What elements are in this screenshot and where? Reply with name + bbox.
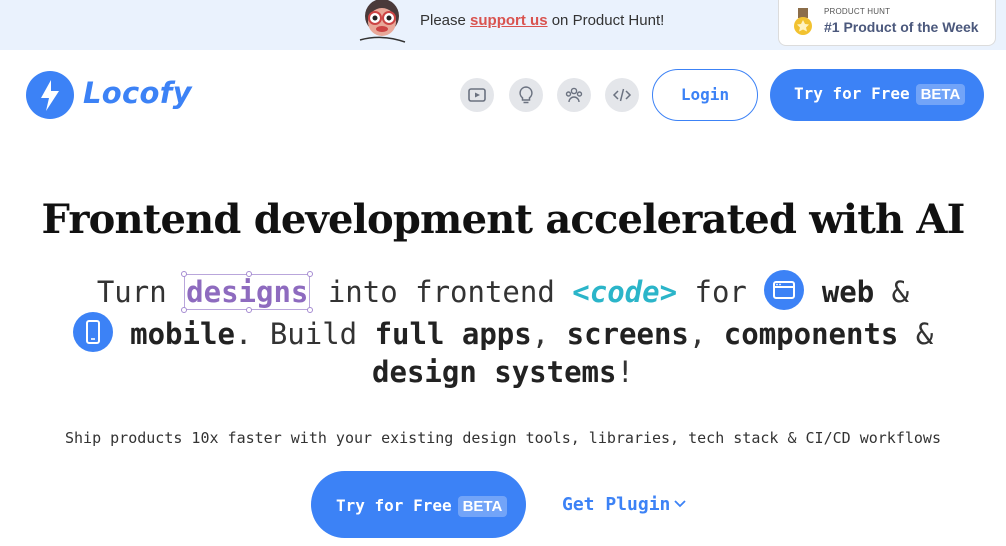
- badge-caption: PRODUCT HUNT: [824, 7, 891, 16]
- support-us-link[interactable]: support us: [470, 12, 548, 29]
- badge-title: #1 Product of the Week: [824, 19, 979, 35]
- chevron-down-icon: [674, 500, 687, 508]
- web-text: web: [821, 275, 875, 309]
- mobile-text: mobile: [130, 317, 235, 351]
- try-for-free-button[interactable]: Try for Free BETA: [770, 69, 984, 121]
- hero-title: Frontend development accelerated with AI: [41, 196, 965, 243]
- login-button[interactable]: Login: [652, 69, 758, 121]
- cta-label: Try for Free: [336, 496, 452, 515]
- announcement-bar: Please support us on Product Hunt! PRODU…: [0, 0, 1006, 50]
- medal-icon: [794, 8, 812, 35]
- try-button-label: Try for Free: [794, 84, 910, 103]
- brand-name[interactable]: Locofy: [83, 76, 192, 110]
- code-highlight: <code>: [572, 275, 678, 309]
- video-icon[interactable]: [460, 78, 494, 112]
- get-plugin-dropdown[interactable]: Get Plugin: [562, 494, 687, 515]
- hero-subtitle-line-1: Turn designs into frontend <code> for we…: [0, 270, 1006, 313]
- hero-subtitle-line-2: mobile. Build full apps, screens, compon…: [0, 312, 1006, 352]
- product-hunt-badge[interactable]: PRODUCT HUNT #1 Product of the Week: [778, 0, 996, 46]
- hero-try-for-free-button[interactable]: Try for Free BETA: [311, 471, 526, 538]
- code-icon[interactable]: [605, 78, 639, 112]
- designs-highlight: designs: [181, 271, 314, 313]
- product-hunt-mascot-icon: [359, 0, 406, 43]
- community-icon[interactable]: [557, 78, 591, 112]
- hero-subtitle-line-3: design systems!: [372, 355, 634, 389]
- announcement-text: Please support us on Product Hunt!: [420, 12, 665, 29]
- mobile-phone-icon: [72, 312, 113, 352]
- beta-badge: BETA: [915, 84, 966, 105]
- locofy-logo-icon[interactable]: [26, 71, 74, 119]
- hero-tagline: Ship products 10x faster with your exist…: [65, 429, 941, 447]
- browser-icon: [764, 270, 805, 310]
- lightbulb-icon[interactable]: [509, 78, 543, 112]
- cta-beta-badge: BETA: [457, 496, 508, 517]
